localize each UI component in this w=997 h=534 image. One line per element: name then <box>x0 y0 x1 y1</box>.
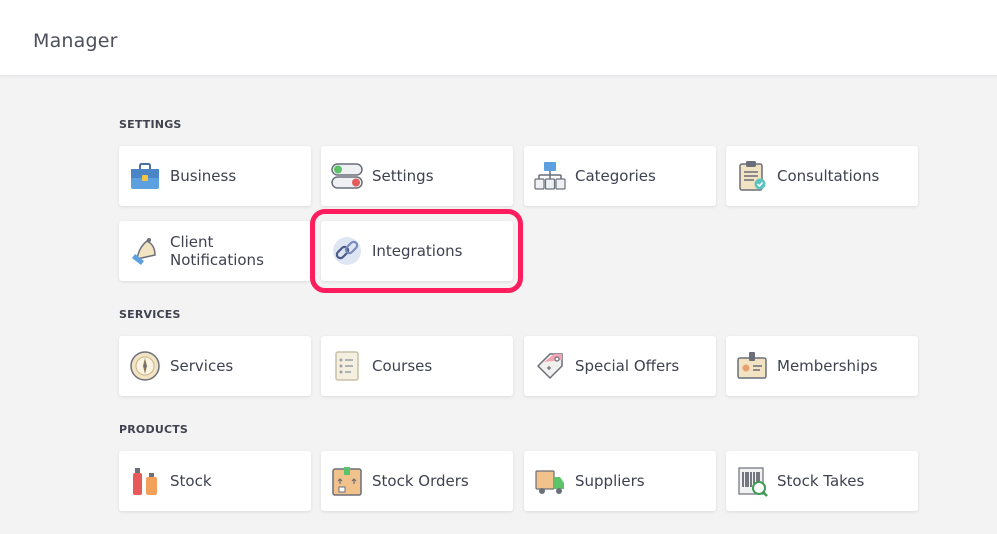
card-services[interactable]: Services <box>119 336 311 396</box>
card-label: Stock Orders <box>372 472 469 490</box>
checklist-icon <box>331 350 363 382</box>
card-integrations[interactable]: Integrations <box>321 221 513 281</box>
card-label: Memberships <box>777 357 878 375</box>
compass-icon <box>129 350 161 382</box>
card-label: Categories <box>575 167 656 185</box>
briefcase-icon <box>129 160 161 192</box>
card-label: Suppliers <box>575 472 645 490</box>
section-label-settings: SETTINGS <box>119 118 182 131</box>
bottles-icon <box>129 465 161 497</box>
card-courses[interactable]: Courses <box>321 336 513 396</box>
page-title: Manager <box>33 30 118 52</box>
section-label-services: SERVICES <box>119 308 181 321</box>
toggles-icon <box>331 160 363 192</box>
barcode-scan-icon <box>736 465 768 497</box>
card-special-offers[interactable]: Special Offers <box>524 336 716 396</box>
card-label: Services <box>170 357 234 375</box>
card-stock[interactable]: Stock <box>119 451 311 511</box>
card-label: Business <box>170 167 237 185</box>
card-label: Stock Takes <box>777 472 865 490</box>
section-label-products: PRODUCTS <box>119 423 189 436</box>
card-label: Settings <box>372 167 434 185</box>
card-client-notifications[interactable]: Client Notifications <box>119 221 311 281</box>
card-business[interactable]: Business <box>119 146 311 206</box>
card-stock-takes[interactable]: Stock Takes <box>726 451 918 511</box>
card-label: Stock <box>170 472 212 490</box>
price-tag-icon <box>534 350 566 382</box>
card-label: Courses <box>372 357 433 375</box>
id-badge-icon <box>736 350 768 382</box>
parcel-icon <box>331 465 363 497</box>
bell-icon <box>129 235 161 267</box>
card-label: Consultations <box>777 167 880 185</box>
card-categories[interactable]: Categories <box>524 146 716 206</box>
card-memberships[interactable]: Memberships <box>726 336 918 396</box>
card-stock-orders[interactable]: Stock Orders <box>321 451 513 511</box>
clipboard-icon <box>736 160 768 192</box>
card-suppliers[interactable]: Suppliers <box>524 451 716 511</box>
card-settings[interactable]: Settings <box>321 146 513 206</box>
delivery-truck-icon <box>534 465 566 497</box>
top-bar: Manager <box>0 0 997 76</box>
card-consultations[interactable]: Consultations <box>726 146 918 206</box>
card-label: Client Notifications <box>170 233 264 269</box>
link-icon <box>331 235 363 267</box>
hierarchy-icon <box>534 160 566 192</box>
card-label: Special Offers <box>575 357 680 375</box>
card-label: Integrations <box>372 242 463 260</box>
